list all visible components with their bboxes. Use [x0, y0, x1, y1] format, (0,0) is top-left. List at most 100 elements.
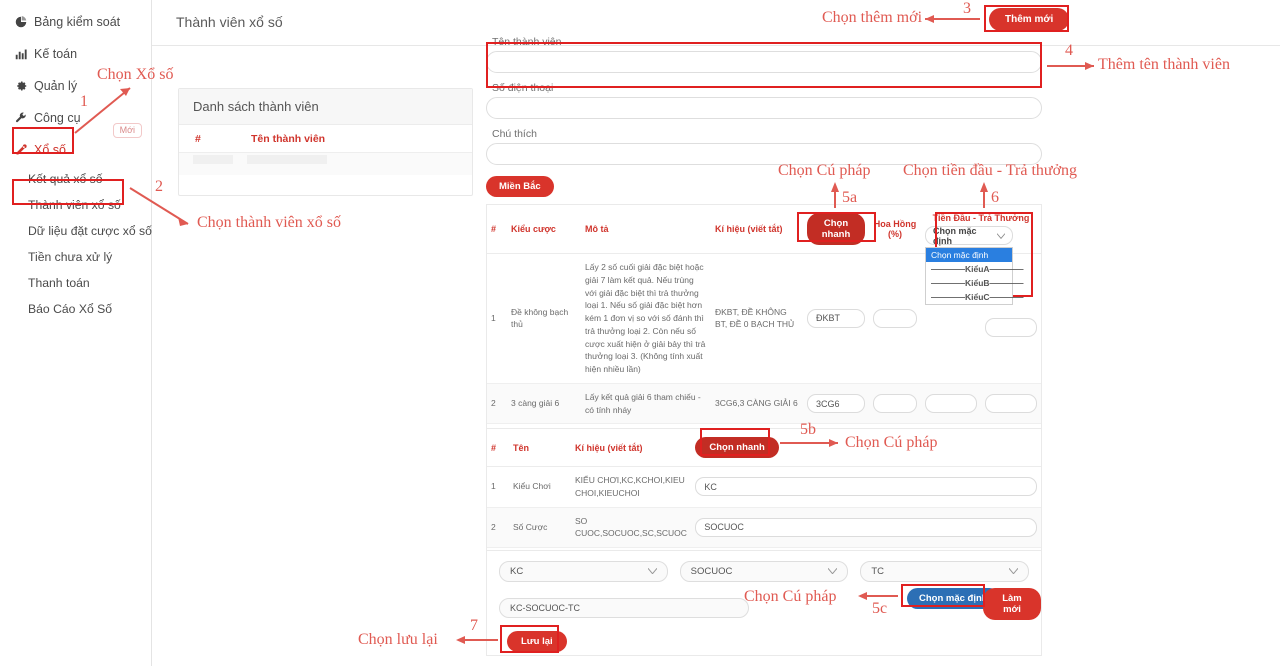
chevron-down-icon — [827, 566, 838, 577]
member-list-header-row: # Tên thành viên — [179, 125, 472, 153]
syntax-builder-panel: KC SOCUOC TC Chọn mặc định Làm mới KC-SO… — [486, 550, 1042, 656]
chevron-down-icon — [996, 231, 1006, 241]
sidebar-sublabel: Tiền chưa xử lý — [28, 250, 113, 264]
quick-input[interactable] — [807, 394, 865, 413]
cell-value — [691, 466, 1041, 508]
dropdown-option[interactable]: Chọn mặc định — [926, 248, 1012, 262]
phone-field-group: Số điện thoại — [486, 82, 1042, 119]
sidebar-item-quan-ly[interactable]: Quản lý — [0, 70, 151, 102]
phone-input[interactable] — [486, 97, 1042, 119]
sidebar-item-xo-so[interactable]: Xổ số Mới — [0, 123, 151, 166]
add-new-button[interactable]: Thêm mới — [989, 8, 1070, 31]
prize-dropdown-selected: Chọn mặc định — [933, 225, 977, 246]
bar-chart-icon — [14, 48, 27, 61]
syntax-value-input[interactable] — [695, 517, 1037, 537]
col-name: Tên thành viên — [251, 133, 326, 145]
table-row[interactable]: 1 Kiểu Chơi KIỂU CHƠI,KC,KCHOI,KIEU CHOI… — [487, 466, 1041, 508]
commission-input[interactable] — [873, 394, 917, 413]
cell-num: 2 — [487, 383, 507, 425]
dropdown-option[interactable]: ————KiểuA———— — [926, 262, 1024, 276]
cell-name: Kiểu Chơi — [509, 466, 571, 508]
sidebar-item-du-lieu-dat-cuoc[interactable]: Dữ liệu đặt cược xổ số — [0, 218, 152, 244]
sidebar-item-thanh-vien-xo-so[interactable]: Thành viên xổ số — [0, 192, 151, 218]
member-list-card: Danh sách thành viên # Tên thành viên — [178, 88, 473, 196]
sidebar-item-bao-cao-xo-so[interactable]: Báo Cáo Xổ Số — [0, 296, 151, 322]
save-button[interactable]: Lưu lại — [507, 631, 567, 652]
wrench-icon — [14, 112, 27, 125]
sidebar-item-tien-chua-xu-ly[interactable]: Tiền chưa xử lý — [0, 244, 151, 270]
prize-dropdown-wrap: Chọn mặc định Chọn mặc định ————KiểuA———… — [925, 225, 1037, 305]
annotation-7-number: 7 — [470, 617, 478, 634]
annotation-2-number: 2 — [155, 178, 163, 195]
th-num: # — [487, 429, 509, 467]
quick-input[interactable] — [807, 308, 865, 328]
cell-name: Số Cược — [509, 507, 571, 548]
th-commission: Hoa Hồng (%) — [869, 205, 921, 254]
gear-icon — [14, 80, 27, 93]
cell-num: 2 — [487, 507, 509, 548]
bet-table-header: # Kiểu cược Mô tả Kí hiệu (viết tắt) Chọ… — [487, 205, 1041, 305]
table-row[interactable] — [179, 153, 472, 175]
new-badge: Mới — [112, 123, 142, 138]
cell-num: 1 — [487, 466, 509, 508]
sidebar-label: Công cụ — [34, 111, 81, 125]
table-row[interactable]: 2 3 càng giải 6 Lấy kết quả giải 6 tham … — [487, 383, 1041, 425]
th-kind: Kiểu cược — [507, 205, 581, 254]
prize-column-label: Tiền Đầu - Trả Thưởng — [932, 213, 1030, 223]
syntax-select-3[interactable]: TC — [860, 561, 1030, 582]
sidebar-item-ke-toan[interactable]: Kế toán — [0, 38, 151, 70]
member-name-input[interactable] — [486, 51, 1042, 73]
sidebar-sublabel: Thanh toán — [28, 276, 90, 290]
th-prize: Tiền Đầu - Trả Thưởng Chọn mặc định Chọn… — [921, 205, 1041, 305]
sidebar: Bảng kiểm soát Kế toán Quản lý Công cụ X… — [0, 0, 152, 666]
syntax-header-row: # Tên Kí hiệu (viết tắt) Chọn nhanh — [487, 429, 1041, 467]
th-num: # — [487, 205, 507, 254]
syntax-value-input[interactable] — [695, 477, 1037, 497]
dropdown-option[interactable]: ————KiểuB———— — [926, 276, 1024, 290]
syntax-selects: KC SOCUOC TC — [487, 551, 1041, 582]
syntax-select-1[interactable]: KC — [499, 561, 668, 582]
sidebar-item-thanh-toan[interactable]: Thanh toán — [0, 270, 151, 296]
prize-input-2[interactable] — [985, 318, 1037, 338]
cell-kind: 3 càng giải 6 — [507, 383, 581, 425]
prize-input-1[interactable] — [925, 394, 977, 413]
annotation-2-label: Chọn thành viên xổ số — [197, 214, 341, 231]
commission-input[interactable] — [873, 308, 917, 328]
cell-quick — [803, 383, 869, 425]
cell-prize1 — [921, 383, 981, 425]
cell-desc: Lấy kết quả giải 6 tham chiếu - có tính … — [581, 383, 711, 425]
prize-input-2[interactable] — [985, 394, 1037, 413]
pie-chart-icon — [14, 16, 27, 29]
note-input[interactable] — [486, 143, 1042, 165]
syntax-preview-field: KC-SOCUOC-TC — [499, 598, 749, 618]
refresh-button[interactable]: Làm mới — [983, 588, 1041, 620]
th-quick-pick: Chọn nhanh — [691, 429, 1041, 467]
syntax-quick-pick-button[interactable]: Chọn nhanh — [695, 437, 779, 458]
sidebar-label: Quản lý — [34, 79, 78, 93]
th-symbol: Kí hiệu (viết tắt) — [571, 429, 692, 467]
name-label: Tên thành viên — [492, 36, 562, 48]
placeholder-cell — [247, 155, 327, 164]
sidebar-label: Xổ số — [34, 143, 66, 157]
quick-pick-button[interactable]: Chọn nhanh — [807, 213, 865, 245]
cell-commission — [869, 383, 921, 425]
th-name: Tên — [509, 429, 571, 467]
sidebar-item-ket-qua-xo-so[interactable]: Kết quả xổ số — [0, 166, 151, 192]
placeholder-cell — [193, 155, 233, 164]
col-num: # — [195, 133, 201, 145]
table-row[interactable]: 2 Số Cược SO CUOC,SOCUOC,SC,SCUOC — [487, 507, 1041, 548]
dropdown-option[interactable]: ————KiểuC———— — [926, 290, 1024, 304]
syntax-select-2[interactable]: SOCUOC — [679, 561, 849, 582]
region-tab-mien-bac[interactable]: Miền Bắc — [486, 176, 554, 197]
sidebar-item-bang-kiem-soat[interactable]: Bảng kiểm soát — [0, 6, 151, 38]
member-list-title: Danh sách thành viên — [179, 89, 472, 125]
prize-dropdown-button[interactable]: Chọn mặc định — [925, 225, 1013, 246]
member-form: Tên thành viên Số điện thoại Chú thích M… — [486, 36, 1042, 197]
syntax-select-1-value: KC — [510, 566, 524, 577]
cell-symbol: 3CG6,3 CÀNG GIẢI 6 — [711, 383, 803, 425]
chevron-down-icon — [647, 566, 658, 577]
cell-commission — [869, 253, 921, 384]
name-field-group: Tên thành viên — [486, 36, 1042, 73]
phone-label: Số điện thoại — [492, 82, 554, 94]
prize-dropdown-list[interactable]: Chọn mặc định ————KiểuA———— ————KiểuB———… — [925, 247, 1024, 305]
